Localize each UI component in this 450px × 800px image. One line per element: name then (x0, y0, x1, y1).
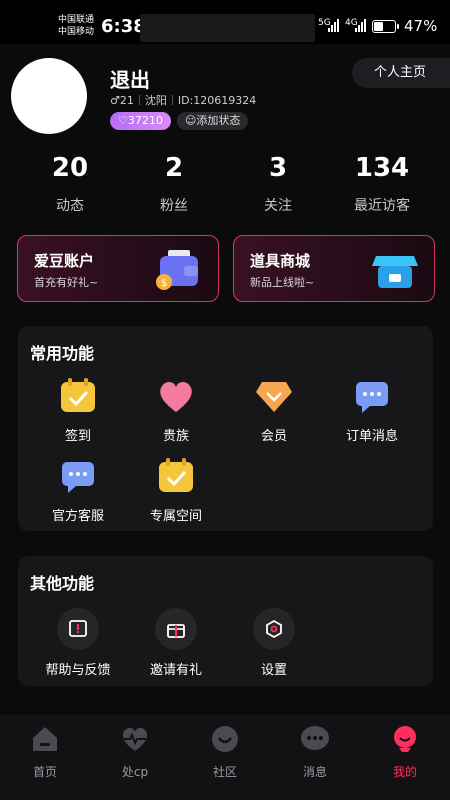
bottom-nav: 首页 处cp 社区 消息 我的 (0, 715, 450, 800)
add-status-label: 添加状态 (196, 114, 241, 127)
wallet-icon: $ (156, 250, 198, 290)
community-icon (180, 723, 270, 755)
calendar-check-icon (159, 458, 193, 492)
nav-cp[interactable]: 处cp (90, 715, 180, 800)
shop-icon (372, 256, 418, 288)
homepage-button[interactable]: 个人主页 (352, 58, 450, 88)
chat-bubble-icon (356, 382, 388, 413)
nav-label: 首页 (32, 765, 57, 779)
item-label: 会员 (260, 429, 287, 444)
carrier-names: 中国联通 中国移动 (58, 14, 94, 38)
order-messages-item[interactable]: 订单消息 (326, 376, 418, 444)
carrier-2: 中国移动 (58, 27, 95, 37)
stat-label: 粉丝 (160, 198, 188, 214)
calendar-check-icon (61, 378, 95, 412)
nav-label: 消息 (302, 765, 327, 779)
invite-gift-item[interactable]: 邀请有礼 (130, 608, 222, 678)
signal-1-icon (328, 19, 339, 32)
nav-label: 社区 (212, 765, 237, 779)
item-label: 邀请有礼 (149, 663, 202, 678)
section-title: 其他功能 (30, 574, 95, 593)
item-label: 专属空间 (149, 509, 202, 524)
stat-value: 2 (164, 153, 184, 183)
item-label: 订单消息 (345, 429, 398, 444)
heartbeat-icon (90, 723, 180, 755)
section-title: 常用功能 (30, 344, 95, 363)
nav-label: 处cp (121, 765, 149, 779)
profile-meta: ♂21 沈阳 ID:120619324 (110, 92, 256, 108)
chat-bubble-icon (62, 462, 94, 493)
promo-title: 爱豆账户 (34, 252, 95, 270)
nobility-item[interactable]: 贵族 (130, 376, 222, 444)
divider (138, 95, 140, 105)
message-icon (270, 723, 360, 755)
nav-home[interactable]: 首页 (0, 715, 90, 800)
battery-icon (372, 20, 399, 33)
nav-community[interactable]: 社区 (180, 715, 270, 800)
avatar[interactable] (11, 58, 87, 134)
heart-icon (160, 381, 192, 412)
common-functions-section: 常用功能 签到 贵族 会员 订单消息 官方客服 专属空间 (18, 326, 433, 531)
profile-badges: ♡37210 ☺添加状态 (110, 112, 249, 130)
stat-value: 20 (51, 153, 89, 183)
status-bar-blank-area (140, 14, 315, 42)
item-label: 帮助与反馈 (45, 663, 111, 678)
item-label: 设置 (260, 663, 287, 678)
stat-value: 3 (268, 153, 288, 183)
stat-label: 最近访客 (354, 198, 410, 214)
promo-title: 道具商城 (250, 252, 311, 270)
item-label: 贵族 (162, 429, 189, 444)
add-status-button[interactable]: ☺添加状态 (176, 112, 249, 130)
nav-profile[interactable]: 我的 (360, 715, 450, 800)
gender-age: ♂21 (110, 93, 134, 107)
help-book-icon (57, 608, 99, 650)
signal-2-icon (355, 19, 366, 32)
profile-icon (360, 723, 450, 755)
other-functions-section: 其他功能 帮助与反馈 邀请有礼 设置 (18, 556, 433, 686)
divider (171, 95, 173, 105)
settings-item[interactable]: 设置 (228, 608, 320, 678)
settings-icon (253, 608, 295, 650)
idol-account-card[interactable]: 爱豆账户 首充有好礼~ $ (17, 235, 219, 302)
diamond-icon (256, 382, 292, 412)
promo-subtitle: 新品上线啦~ (250, 276, 315, 289)
exclusive-space-item[interactable]: 专属空间 (130, 456, 222, 524)
carrier-1: 中国联通 (58, 15, 95, 25)
item-label: 签到 (64, 429, 91, 444)
stat-posts[interactable]: 20 动态 (18, 150, 122, 215)
stats-row: 20 动态 2 粉丝 3 关注 134 最近访客 (0, 150, 450, 215)
status-icon: ☺ (184, 114, 197, 127)
stat-label: 动态 (56, 198, 84, 214)
prop-shop-card[interactable]: 道具商城 新品上线啦~ (233, 235, 435, 302)
nav-label: 我的 (392, 765, 417, 779)
membership-item[interactable]: 会员 (228, 376, 320, 444)
nav-messages[interactable]: 消息 (270, 715, 360, 800)
item-label: 官方客服 (51, 509, 104, 524)
user-id: ID:120619324 (177, 93, 257, 107)
battery-percent: 47% (404, 17, 438, 35)
stat-label: 关注 (264, 198, 292, 214)
city: 沈阳 (144, 94, 167, 107)
stat-visitors[interactable]: 134 最近访客 (330, 150, 434, 215)
gift-icon (155, 608, 197, 650)
stat-value: 134 (354, 153, 410, 183)
stat-following[interactable]: 3 关注 (226, 150, 330, 215)
stat-fans[interactable]: 2 粉丝 (122, 150, 226, 215)
home-icon (0, 723, 90, 755)
checkin-item[interactable]: 签到 (32, 376, 124, 444)
promo-subtitle: 首充有好礼~ (34, 276, 99, 289)
username: 退出 (110, 68, 150, 92)
coins-badge[interactable]: ♡37210 (110, 112, 171, 130)
svg-text:$: $ (161, 278, 167, 289)
help-feedback-item[interactable]: 帮助与反馈 (32, 608, 124, 678)
customer-service-item[interactable]: 官方客服 (32, 456, 124, 524)
status-bar: 中国联通 中国移动 6:38 5G 4G 47% (0, 0, 450, 44)
